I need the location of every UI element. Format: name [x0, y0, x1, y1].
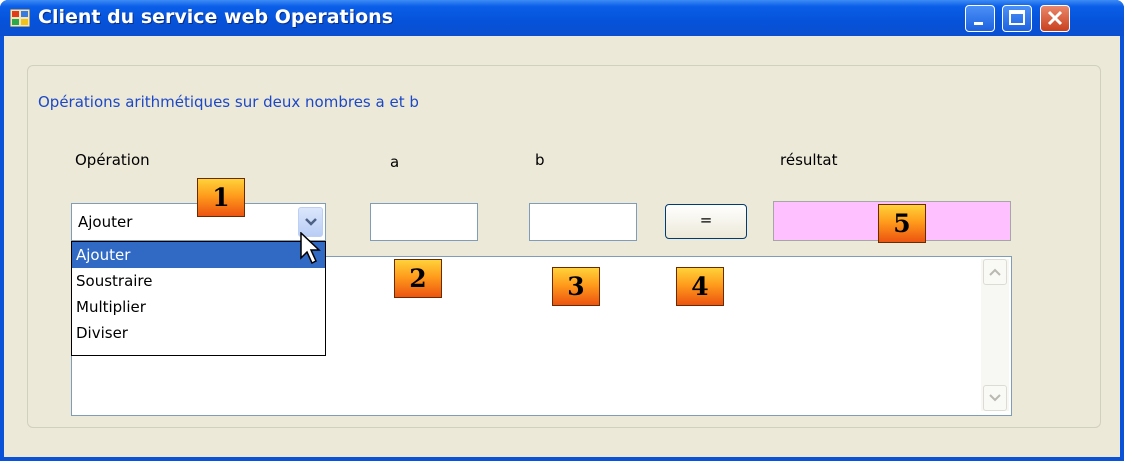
scroll-up-button[interactable]	[983, 259, 1007, 285]
window-title: Client du service web Operations	[38, 6, 394, 28]
callout-badge-3: 3	[552, 267, 600, 306]
callout-badge-4: 4	[676, 267, 724, 306]
app-icon	[10, 9, 30, 27]
minimize-icon	[974, 22, 983, 25]
mouse-pointer-icon	[300, 232, 321, 265]
chevron-up-icon	[989, 268, 1001, 276]
chevron-down-icon	[305, 218, 317, 226]
operation-combobox-value: Ajouter	[78, 213, 133, 231]
result-label: résultat	[780, 151, 838, 169]
maximize-button[interactable]	[1002, 5, 1032, 32]
scroll-down-button[interactable]	[983, 385, 1007, 411]
close-button[interactable]	[1040, 5, 1070, 32]
operation-label: Opération	[75, 151, 150, 169]
close-icon	[1047, 10, 1063, 26]
maximize-icon	[1009, 10, 1025, 25]
callout-badge-2: 2	[394, 259, 442, 298]
a-input[interactable]	[370, 203, 478, 241]
dropdown-option-ajouter[interactable]: Ajouter	[72, 242, 325, 268]
group-box-title: Opérations arithmétiques sur deux nombre…	[35, 93, 422, 111]
equals-button[interactable]: =	[665, 204, 747, 239]
chevron-down-icon	[989, 394, 1001, 402]
minimize-button[interactable]	[965, 5, 995, 32]
a-label: a	[390, 153, 400, 171]
vertical-scrollbar[interactable]	[981, 259, 1009, 411]
title-bar[interactable]: Client du service web Operations	[0, 0, 1124, 36]
callout-badge-5: 5	[878, 204, 926, 243]
b-input[interactable]	[529, 203, 637, 241]
dropdown-option-soustraire[interactable]: Soustraire	[72, 268, 325, 294]
callout-badge-1: 1	[197, 178, 245, 217]
operation-dropdown-list[interactable]: Ajouter Soustraire Multiplier Diviser	[71, 241, 326, 356]
dropdown-option-multiplier[interactable]: Multiplier	[72, 294, 325, 320]
dropdown-option-diviser[interactable]: Diviser	[72, 320, 325, 346]
b-label: b	[535, 151, 545, 169]
